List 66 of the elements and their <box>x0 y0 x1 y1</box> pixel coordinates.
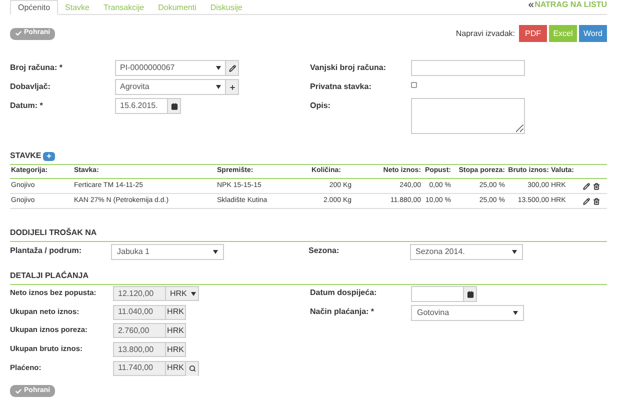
field-label: Opis: <box>310 100 332 112</box>
pencil-icon <box>228 64 236 72</box>
lookup-button[interactable] <box>186 360 199 376</box>
plus-icon <box>228 84 236 90</box>
tab[interactable]: Transakcije <box>96 0 152 15</box>
caret-icon <box>513 311 518 315</box>
export-label: Napravi izvadak: <box>456 28 515 40</box>
checkbox[interactable] <box>411 82 417 88</box>
currency-label: HRK <box>165 304 186 320</box>
edit-icon[interactable] <box>583 182 590 190</box>
add-button[interactable] <box>225 79 239 95</box>
select-field[interactable]: Sezona 2014. <box>410 244 522 260</box>
caret-icon <box>512 250 516 254</box>
tab[interactable]: Diskusije <box>203 0 250 15</box>
amount-field: 11.040,00 <box>113 304 166 320</box>
amount-field: 12.120,00 <box>113 286 166 301</box>
currency-label: HRK <box>165 323 186 338</box>
field-label: Sezona: <box>308 245 340 257</box>
caret-icon <box>190 292 196 296</box>
currency-label: HRK <box>165 342 186 358</box>
amount-field: 11.740,00 <box>113 360 166 376</box>
zoom-icon <box>188 365 196 372</box>
trash-icon[interactable] <box>593 182 600 190</box>
field-label: Dobavljač: <box>10 81 52 93</box>
amount-field: 2.760,00 <box>113 323 166 338</box>
export-button[interactable]: PDF <box>519 25 547 42</box>
currency-select[interactable]: HRK <box>165 286 199 301</box>
select-field[interactable]: PI-0000000067 <box>115 60 226 76</box>
field-label: Privatna stavka: <box>310 81 372 93</box>
field-label: Datum: * <box>10 100 44 112</box>
caret-icon <box>213 250 218 254</box>
double-chevron-icon <box>526 1 535 9</box>
calendar-icon <box>466 290 474 298</box>
back-link[interactable]: NATRAG NA LISTU <box>526 0 607 14</box>
edit-icon[interactable] <box>583 198 590 204</box>
caret-icon <box>216 66 221 70</box>
currency-label: HRK <box>165 360 186 376</box>
text-field[interactable] <box>411 60 525 76</box>
caret-icon <box>216 85 221 89</box>
field-label: Vanjski broj računa: <box>310 62 388 74</box>
plus-icon <box>46 153 52 159</box>
section-title: DETALJI PLAĆANJA <box>10 270 89 282</box>
edit-button[interactable] <box>225 60 239 76</box>
select-field[interactable]: Jabuka 1 <box>111 244 224 260</box>
description-field[interactable] <box>411 98 525 134</box>
field-label: Broj računa: * <box>10 62 64 74</box>
section-title: DODIJELI TROŠAK NA <box>10 227 97 239</box>
field-label: Datum dospijeća: <box>310 287 378 299</box>
tab[interactable]: Stavke <box>58 0 96 15</box>
add-item-button[interactable] <box>43 152 56 160</box>
field-label: Način plaćanja: * <box>310 306 376 318</box>
tab[interactable]: Općenito <box>10 0 58 15</box>
field-label: Plantaža / podrum: <box>10 245 83 257</box>
calendar-icon <box>170 102 178 110</box>
section-title: STAVKE <box>10 150 42 162</box>
date-button[interactable] <box>463 286 477 302</box>
date-button[interactable] <box>167 98 181 114</box>
check-icon <box>15 30 22 37</box>
export-button[interactable]: Word <box>579 25 607 42</box>
select-field[interactable]: Gotovina <box>411 305 524 321</box>
tab[interactable]: Dokumenti <box>151 0 204 15</box>
select-field[interactable]: Agrovita <box>115 79 226 95</box>
check-icon <box>15 388 22 395</box>
amount-field: 13.800,00 <box>113 342 166 358</box>
export-button[interactable]: Excel <box>549 25 577 42</box>
trash-icon[interactable] <box>593 198 600 204</box>
